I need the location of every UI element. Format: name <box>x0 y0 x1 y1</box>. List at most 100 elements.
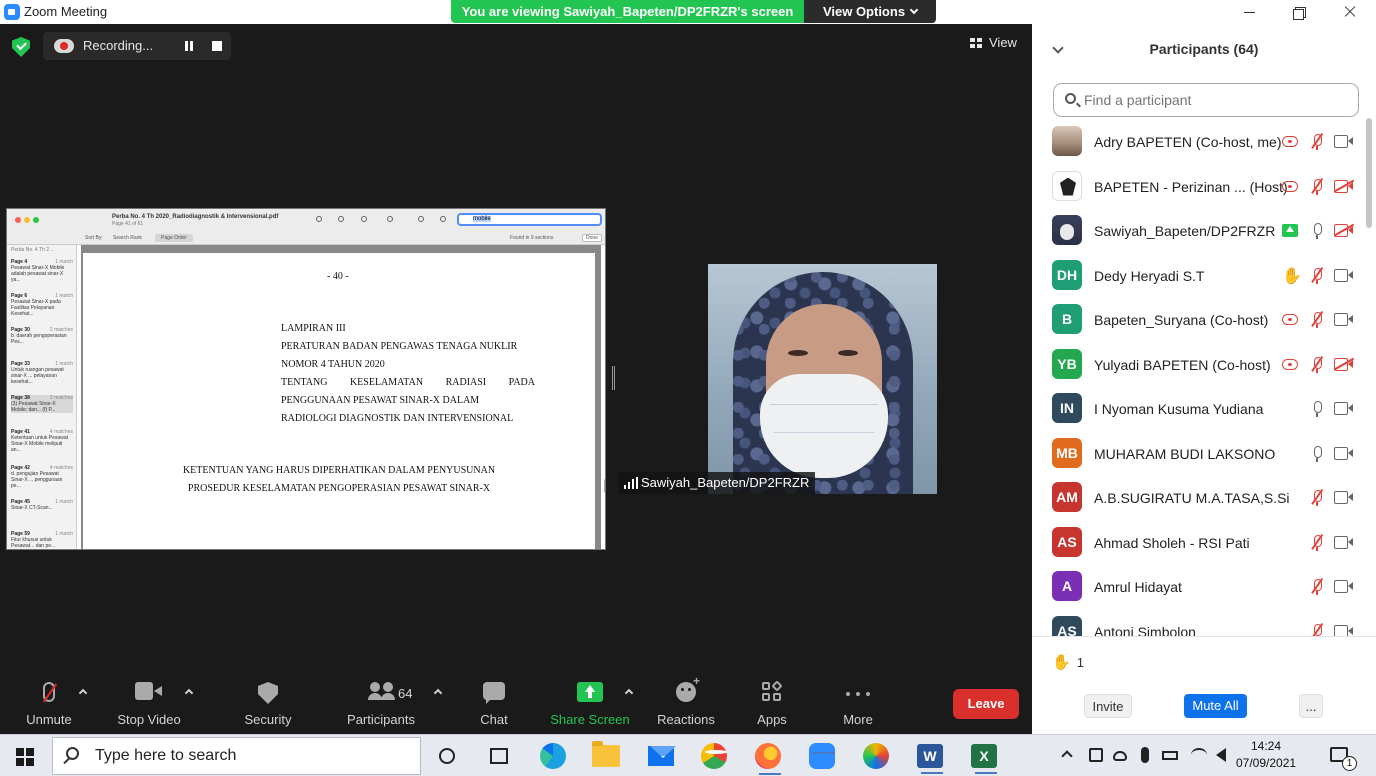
windows-start-icon[interactable] <box>16 748 34 766</box>
participant-row[interactable]: Sawiyah_Bapeten/DP2FRZR <box>1032 209 1364 253</box>
participant-row[interactable]: AS Ahmad Sholeh - RSI Pati <box>1032 521 1364 565</box>
participant-row[interactable]: BAPETEN - Perizinan ... (Host) <box>1032 165 1364 209</box>
participant-name: Yulyadi BAPETEN (Co-host) <box>1094 356 1271 373</box>
unmute-label: Unmute <box>26 712 72 727</box>
pdf-scrollbar <box>604 479 605 493</box>
participant-name: Dedy Heryadi S.T <box>1094 267 1205 284</box>
split-view-divider[interactable] <box>612 366 615 390</box>
page-number: - 40 - <box>327 271 349 282</box>
meeting-toolbar: Unmute Stop Video Security Participants … <box>0 674 1032 734</box>
task-view-icon[interactable] <box>490 748 508 764</box>
taskbar-clock[interactable]: 14:24 07/09/2021 <box>1236 738 1296 772</box>
video-camera-icon <box>1334 268 1354 282</box>
muted-microphone-icon <box>1311 310 1323 328</box>
video-camera-icon <box>1334 624 1354 636</box>
share-screen-button[interactable]: Share Screen <box>548 674 632 734</box>
invite-button[interactable]: Invite <box>1084 694 1132 718</box>
panel-more-button[interactable]: ... <box>1299 694 1323 718</box>
mail-icon[interactable] <box>648 746 674 766</box>
muted-microphone-icon <box>1311 622 1323 636</box>
participant-row[interactable]: YB Yulyadi BAPETEN (Co-host) <box>1032 343 1364 387</box>
onedrive-cloud-icon[interactable] <box>1113 751 1127 761</box>
participants-button[interactable]: Participants <box>340 674 422 734</box>
pdf-sidebar-title: Perba No. 4 Th 2... <box>11 247 54 253</box>
smiley-plus-icon <box>676 674 700 702</box>
screen-share-banner: You are viewing Sawiyah_Bapeten/DP2FRZR'… <box>451 0 804 23</box>
participant-row[interactable]: AM A.B.SUGIRATU M.A.TASA,S.Si <box>1032 476 1364 520</box>
mute-all-button[interactable]: Mute All <box>1184 694 1247 718</box>
pdf-page-area: - 40 - LAMPIRAN III PERATURAN BADAN PENG… <box>81 245 601 549</box>
file-explorer-icon[interactable] <box>592 741 620 767</box>
recording-icon <box>1282 358 1298 370</box>
search-result: Page 41 match Pesawat Sinar-X Mobile adal… <box>11 259 73 283</box>
raised-hands-count: ✋ 1 <box>1052 653 1084 671</box>
participants-icon <box>368 682 396 700</box>
edge-browser-icon[interactable] <box>540 743 566 769</box>
window-title: Zoom Meeting <box>24 4 108 19</box>
participant-row[interactable]: MB MUHARAM BUDI LAKSONO <box>1032 432 1364 476</box>
video-options-caret[interactable] <box>184 688 194 698</box>
device-tray-icon[interactable] <box>1089 748 1103 762</box>
share-screen-label: Share Screen <box>550 712 630 727</box>
stop-recording-button[interactable] <box>205 36 229 56</box>
video-name-tag: Sawiyah_Bapeten/DP2FRZR <box>619 472 816 494</box>
find-participant-input[interactable] <box>1053 83 1359 117</box>
restore-icon[interactable] <box>1290 4 1310 20</box>
participant-name: BAPETEN - Perizinan ... (Host) <box>1094 178 1288 195</box>
volume-icon[interactable] <box>1216 748 1226 762</box>
view-options-label: View Options <box>822 4 906 19</box>
participants-panel-footer: ✋ 1 Invite Mute All ... <box>1032 636 1376 734</box>
close-icon[interactable] <box>1340 4 1360 20</box>
participants-count: 64 <box>398 686 413 701</box>
search-result: Page 45 1 match Sinar-X CT-Scan... <box>11 499 73 511</box>
participant-row[interactable]: IN I Nyoman Kusuma Yudiana <box>1032 387 1364 431</box>
chrome-icon[interactable] <box>701 743 727 769</box>
stop-video-button[interactable]: Stop Video <box>112 674 186 734</box>
apps-button[interactable]: Apps <box>748 674 796 734</box>
participant-row[interactable]: B Bapeten_Suryana (Co-host) <box>1032 298 1364 342</box>
microphone-icon <box>1312 401 1322 417</box>
unmute-button[interactable]: Unmute <box>14 674 84 734</box>
sort-by-label: Sort By: <box>85 235 103 241</box>
signal-strength-icon <box>624 477 638 489</box>
video-camera-icon <box>1334 580 1354 593</box>
video-camera-icon <box>1334 491 1354 504</box>
participants-scrollbar[interactable] <box>1366 118 1372 228</box>
leave-button[interactable]: Leave <box>953 689 1019 719</box>
pdf-sort-bar: Sort By: Search Rank Page Order Found in… <box>7 233 605 245</box>
paint-icon[interactable] <box>863 743 889 769</box>
excel-icon[interactable]: X <box>971 744 997 774</box>
stop-video-label: Stop Video <box>117 712 181 727</box>
muted-microphone-icon <box>1311 177 1323 195</box>
show-hidden-icons-chevron-icon[interactable] <box>1061 750 1073 762</box>
video-camera-icon <box>1334 446 1354 460</box>
participant-row[interactable]: A Amrul Hidayat <box>1032 565 1364 609</box>
video-participant-name: Sawiyah_Bapeten/DP2FRZR <box>641 475 810 490</box>
participant-name: Adry BAPETEN (Co-host, me) <box>1094 134 1282 150</box>
participant-name: Amrul Hidayat <box>1094 579 1182 595</box>
participant-row[interactable]: Adry BAPETEN (Co-host, me) <box>1032 120 1364 164</box>
view-layout-button[interactable]: View <box>962 30 1024 56</box>
reactions-button[interactable]: Reactions <box>652 674 720 734</box>
chat-button[interactable]: Chat <box>470 674 518 734</box>
participant-avatar-initials: AM <box>1052 482 1082 512</box>
minimize-icon[interactable] <box>1240 4 1260 20</box>
encryption-shield-icon[interactable] <box>12 37 30 57</box>
word-icon[interactable]: W <box>917 744 943 774</box>
zoom-taskbar-icon[interactable] <box>809 743 835 769</box>
battery-icon[interactable] <box>1162 751 1178 760</box>
microphone-tray-icon[interactable] <box>1141 747 1149 763</box>
participant-video[interactable] <box>708 264 937 494</box>
recording-icon <box>1282 180 1298 192</box>
security-button[interactable]: Security <box>236 674 300 734</box>
view-options-button[interactable]: View Options <box>804 0 936 23</box>
taskbar-search-box[interactable]: Type here to search <box>52 737 421 775</box>
participant-row[interactable]: DH Dedy Heryadi S.T ✋ <box>1032 254 1364 298</box>
participants-options-caret[interactable] <box>433 688 443 698</box>
wifi-icon[interactable] <box>1191 748 1207 762</box>
more-button[interactable]: More <box>834 674 882 734</box>
participant-row[interactable]: AS Antoni Simbolon <box>1032 610 1364 636</box>
pause-recording-button[interactable] <box>177 36 201 56</box>
cortana-icon[interactable] <box>439 748 455 764</box>
firefox-icon[interactable] <box>755 743 781 775</box>
